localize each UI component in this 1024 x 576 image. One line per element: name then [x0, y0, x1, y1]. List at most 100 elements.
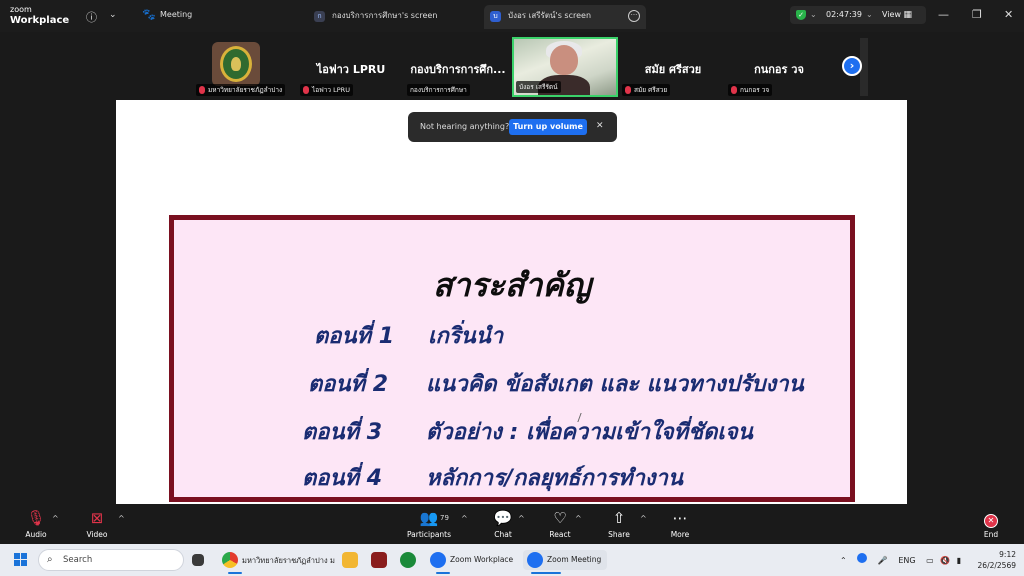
tab-badge: ก	[314, 11, 325, 22]
more-icon: ⋯	[672, 509, 688, 527]
more-button[interactable]: ⋯ More	[650, 508, 710, 542]
participant-name-tag: กองบริการการศึกษา	[407, 84, 470, 96]
participant-name: มหาวิทยาลัยราชภัฏลำปาง	[208, 86, 283, 94]
monitor-icon[interactable]: ▭	[926, 556, 934, 565]
participant-tile[interactable]: สมัย ศรีสวย สมัย ศรีสวย	[620, 36, 726, 98]
taskbar-zoom-workplace[interactable]: Zoom Workplace	[430, 550, 520, 574]
participant-count: 79	[440, 514, 449, 522]
participant-name-large: สมัย ศรีสวย	[644, 63, 702, 76]
participant-tile[interactable]: ไอฟาว LPRU ไอฟาว LPRU	[298, 36, 404, 98]
chevron-up-icon[interactable]: ^	[52, 514, 59, 523]
battery-icon[interactable]: ▮	[957, 556, 961, 565]
view-button[interactable]: View ▦	[882, 6, 912, 24]
xbox-icon	[400, 552, 416, 568]
more-icon[interactable]: ···	[628, 10, 640, 22]
slide-row-label: ตอนที่ 3	[302, 420, 383, 445]
chevron-up-icon[interactable]: ⌃	[840, 556, 847, 565]
active-speaker-video[interactable]: บังอร เสรีรัตน์	[512, 37, 618, 97]
paw-icon: 🐾	[142, 8, 156, 21]
shared-screen: สาระสำคัญ ตอนที่ 1 เกริ่นนำ ตอนที่ 2 แนว…	[116, 100, 907, 504]
next-page-button[interactable]: ›	[842, 56, 862, 76]
chevron-up-icon[interactable]: ^	[640, 514, 647, 523]
windows-taskbar: ⌕ Search มหาวิทยาลัยราชภัฏลำปาง ม Zoom W…	[0, 544, 1024, 576]
meeting-timer: 02:47:39	[826, 10, 862, 19]
tab-label: บังอร เสรีรัตน์'s screen	[508, 11, 592, 20]
chevron-down-icon[interactable]: ⌄	[109, 10, 117, 20]
taskbar-app-label: มหาวิทยาลัยราชภัฏลำปาง ม	[242, 556, 335, 565]
clock-time: 9:12	[999, 550, 1016, 559]
taskbar-chrome-app[interactable]: มหาวิทยาลัยราชภัฏลำปาง ม	[222, 550, 335, 574]
logo-line2: Workplace	[10, 15, 70, 26]
end-button[interactable]: ✕ End	[961, 508, 1021, 542]
taskbar-clock[interactable]: 9:12 26/2/2569	[966, 549, 1016, 571]
system-tray: ⌃ 🎤 ENG ▭ 🔇 ▮	[840, 553, 961, 565]
chevron-down-icon[interactable]: ⌄	[866, 6, 873, 24]
participants-label: Participants	[406, 530, 452, 539]
chrome-icon	[222, 552, 238, 568]
microphone-icon[interactable]: 🎤	[878, 556, 888, 565]
grid-icon: ▦	[903, 10, 913, 20]
participant-name: บังอร เสรีรัตน์	[519, 83, 558, 91]
turn-up-volume-button[interactable]: Turn up volume	[509, 119, 587, 135]
participant-name-large: กองบริการการศึก...	[410, 63, 506, 76]
taskbar-app-label: Zoom Meeting	[547, 555, 602, 564]
zoom-tray-icon[interactable]	[857, 553, 868, 563]
search-placeholder: Search	[63, 555, 93, 565]
folder-icon	[342, 552, 358, 568]
restore-icon[interactable]: ❐	[972, 8, 982, 21]
university-seal	[212, 42, 260, 86]
clock-date: 26/2/2569	[977, 561, 1016, 570]
meeting-timer-bar: ✓ ⌄ 02:47:39 ⌄ View ▦	[790, 6, 926, 24]
shield-icon[interactable]: ✓	[796, 10, 806, 20]
active-indicator	[531, 572, 561, 574]
slide-row-text: แนวคิด ข้อสังเกต และ แนวทางปรับงาน	[426, 372, 804, 397]
video-label: Video	[86, 530, 108, 539]
seal-inner	[220, 46, 252, 82]
windows-start-icon[interactable]	[14, 553, 28, 567]
chevron-up-icon[interactable]: ^	[118, 514, 125, 523]
participant-name: กองบริการการศึกษา	[410, 86, 467, 94]
tab-badge: บ	[490, 11, 501, 22]
chevron-down-icon[interactable]: ⌄	[810, 6, 817, 24]
close-icon[interactable]: ✕	[1004, 8, 1013, 21]
participant-strip: มหาวิทยาลัยราชภัฏลำปาง ไอฟาว LPRU ไอฟาว …	[0, 32, 1024, 100]
participant-name-tag: สมัย ศรีสวย	[622, 84, 671, 96]
slide-row-label: ตอนที่ 4	[302, 466, 383, 491]
seal-core	[231, 57, 241, 71]
speaker-muted-icon[interactable]: 🔇	[940, 556, 950, 565]
active-indicator	[436, 572, 450, 574]
tab-screen-share-2[interactable]: บ บังอร เสรีรัตน์'s screen ···	[484, 5, 646, 29]
info-icon[interactable]: ⓘ	[86, 9, 97, 25]
chevron-up-icon[interactable]: ^	[518, 514, 525, 523]
mic-muted-icon	[199, 86, 205, 94]
participants-button[interactable]: 👥 Participants	[399, 508, 459, 542]
react-label: React	[549, 530, 571, 539]
taskbar-zoom-meeting[interactable]: Zoom Meeting	[523, 550, 607, 574]
language-indicator[interactable]: ENG	[898, 556, 915, 565]
participant-name-tag: บังอร เสรีรัตน์	[516, 81, 561, 93]
participant-tile[interactable]: กนกอร วจ กนกอร วจ	[726, 36, 832, 98]
zoom-icon	[527, 552, 543, 568]
close-icon[interactable]: ✕	[596, 121, 604, 131]
chat-label: Chat	[494, 530, 512, 539]
slide-row-text: หลักการ/กลยุทธ์การทำงาน	[426, 466, 683, 491]
slide-row-label: ตอนที่ 1	[314, 324, 395, 349]
minimize-icon[interactable]: —	[938, 8, 949, 21]
taskbar-search[interactable]: ⌕ Search	[38, 549, 184, 571]
participant-tile[interactable]: มหาวิทยาลัยราชภัฏลำปาง	[194, 36, 300, 98]
participant-tile[interactable]: กองบริการการศึก... กองบริการการศึกษา	[405, 36, 511, 98]
zoom-logo: zoom Workplace	[10, 4, 69, 26]
participant-name-tag: ไอฟาว LPRU	[300, 84, 353, 96]
participant-name: สมัย ศรีสวย	[634, 86, 668, 94]
chevron-up-icon[interactable]: ^	[461, 514, 468, 523]
end-icon: ✕	[984, 514, 998, 528]
logo-line1: zoom	[10, 5, 32, 14]
chevron-up-icon[interactable]: ^	[575, 514, 582, 523]
audio-toast: Not hearing anything? Turn up volume ✕	[408, 112, 617, 142]
taskbar-app-label: Zoom Workplace	[450, 555, 514, 564]
meeting-label: Meeting	[160, 10, 193, 19]
participants-icon: 👥	[419, 509, 439, 527]
tab-screen-share-1[interactable]: ก กองบริการการศึกษา's screen	[308, 5, 478, 29]
participant-name-tag: มหาวิทยาลัยราชภัฏลำปาง	[196, 84, 286, 96]
slide-title: สาระสำคัญ	[432, 266, 592, 304]
